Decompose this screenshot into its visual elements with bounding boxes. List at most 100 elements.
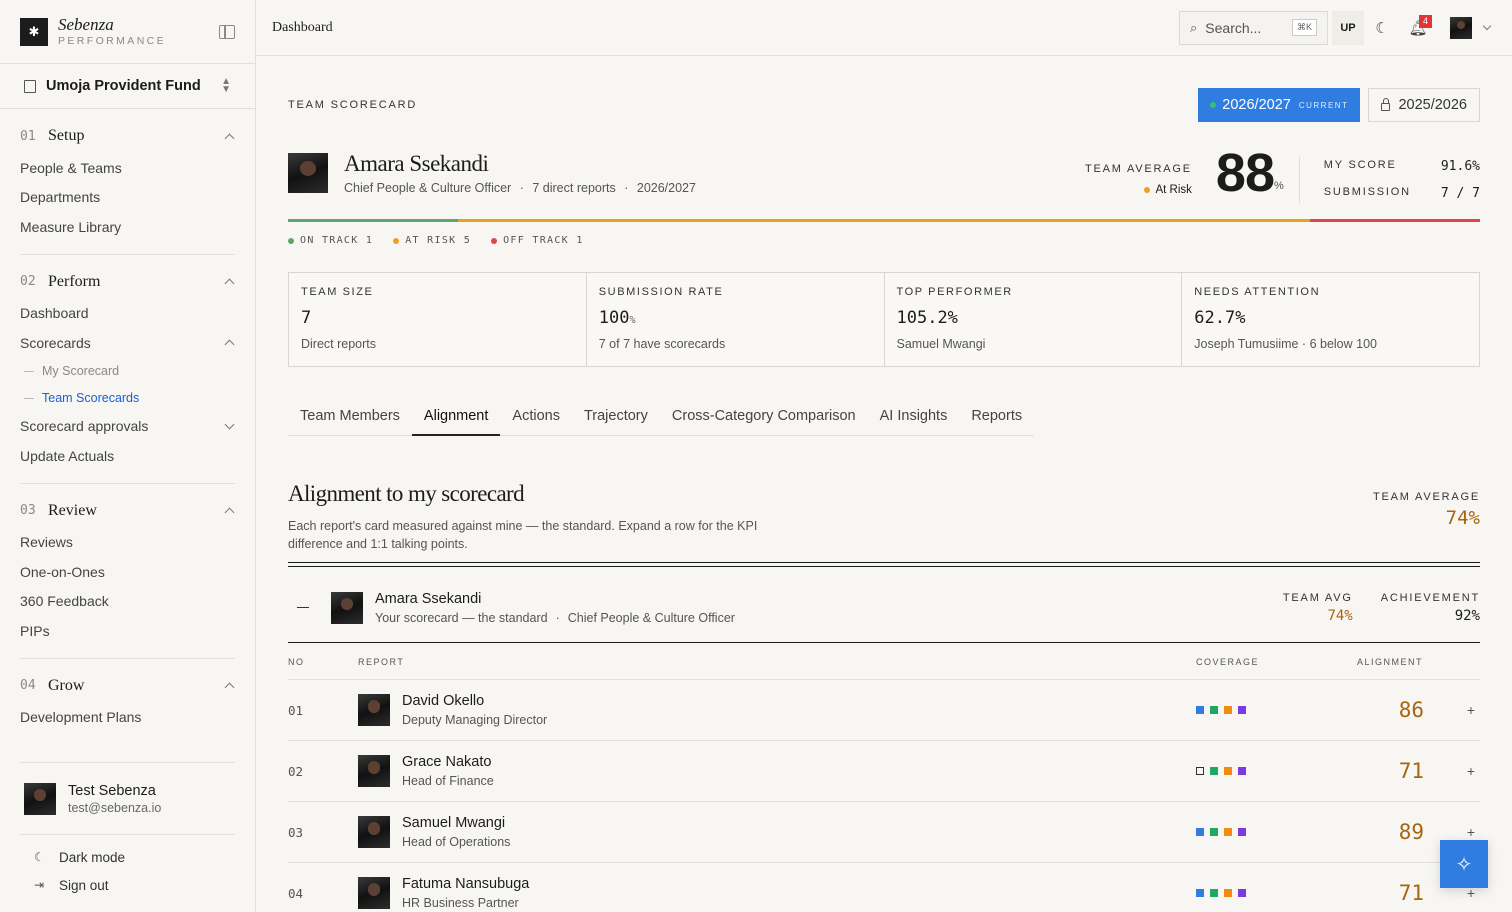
tab-trajectory[interactable]: Trajectory bbox=[572, 400, 660, 435]
coverage-square bbox=[1224, 706, 1232, 714]
breadcrumb[interactable]: Dashboard bbox=[272, 20, 333, 36]
expand-icon[interactable]: + bbox=[1467, 763, 1475, 779]
avatar bbox=[358, 877, 390, 909]
sidebar-item-label: Scorecard approvals bbox=[20, 418, 149, 435]
person-reports: 7 direct reports bbox=[532, 181, 616, 195]
stat-value: 105.2% bbox=[896, 308, 958, 328]
section-header-setup[interactable]: 01 Setup bbox=[20, 123, 235, 149]
section-header-grow[interactable]: 04 Grow bbox=[20, 673, 235, 699]
tab-actions[interactable]: Actions bbox=[500, 400, 572, 435]
sidebar-item-360-feedback[interactable]: 360 Feedback bbox=[20, 587, 235, 617]
section-number: 03 bbox=[20, 503, 36, 518]
org-name: Umoja Provident Fund bbox=[46, 78, 201, 94]
coverage-square bbox=[1238, 828, 1246, 836]
submission-label: SUBMISSION bbox=[1323, 185, 1411, 198]
tab-reports[interactable]: Reports bbox=[959, 400, 1034, 435]
table-row[interactable]: 04 Fatuma Nansubuga HR Business Partner 71 + bbox=[288, 863, 1480, 912]
user-initials-button[interactable]: UP bbox=[1332, 10, 1364, 45]
person-year: 2026/2027 bbox=[636, 181, 696, 195]
sidebar-subitem-label: My Scorecard bbox=[42, 364, 120, 378]
team-average-label: TEAM AVERAGE bbox=[1084, 163, 1192, 175]
year-prev-button[interactable]: 2025/2026 bbox=[1368, 88, 1480, 122]
row-number: 02 bbox=[288, 763, 304, 779]
expand-icon[interactable]: + bbox=[1467, 702, 1475, 718]
table-row[interactable]: 02 Grace Nakato Head of Finance 71 + bbox=[288, 741, 1480, 802]
notification-badge: 4 bbox=[1419, 14, 1432, 28]
standard-name: Amara Ssekandi bbox=[375, 590, 482, 607]
moon-icon: ☾ bbox=[34, 850, 45, 864]
sidebar-item-measure-library[interactable]: Measure Library bbox=[20, 212, 235, 242]
org-switcher[interactable]: Umoja Provident Fund ▲ ▼ bbox=[0, 64, 255, 109]
stat-sub: Joseph Tumusiime · 6 below 100 bbox=[1194, 337, 1377, 351]
sidebar-item-scorecards[interactable]: Scorecards bbox=[20, 328, 235, 358]
table-row[interactable]: 01 David Okello Deputy Managing Director 86… bbox=[288, 680, 1480, 741]
sidebar-item-people-teams[interactable]: People & Teams bbox=[20, 153, 235, 183]
on-track-dot bbox=[288, 237, 294, 244]
ai-assistant-button[interactable]: ✧ bbox=[1440, 840, 1488, 888]
sidebar-item-reviews[interactable]: Reviews bbox=[20, 528, 235, 558]
table-row[interactable]: 03 Samuel Mwangi Head of Operations 89 + bbox=[288, 802, 1480, 863]
coverage-square bbox=[1238, 706, 1246, 714]
sidebar-toggle-icon[interactable] bbox=[219, 24, 235, 39]
standard-meta: Your scorecard — the standard · Chief Peop… bbox=[375, 610, 735, 625]
chevron-up-icon bbox=[224, 507, 235, 518]
coverage-square bbox=[1196, 889, 1204, 897]
stat-needs-attention: NEEDS ATTENTION 62.7% Joseph Tumusiime ·… bbox=[1182, 273, 1479, 366]
alignment-score: 89 bbox=[1398, 820, 1424, 844]
at-risk-dot bbox=[393, 237, 400, 244]
avatar[interactable] bbox=[1450, 16, 1472, 39]
user-profile[interactable]: Test Sebenza test@sebenza.io bbox=[20, 763, 235, 835]
collapse-icon[interactable] bbox=[297, 606, 309, 609]
tab-bar: Team Members Alignment Actions Trajector… bbox=[288, 400, 1035, 436]
expand-icon[interactable]: + bbox=[1467, 824, 1475, 840]
tab-team-members[interactable]: Team Members bbox=[288, 400, 412, 435]
stat-value: 100% bbox=[598, 308, 636, 328]
column-header-alignment: ALIGNMENT bbox=[1356, 657, 1423, 667]
nav-section-review: 03 Review Reviews One-on-Ones 360 Feedba… bbox=[20, 484, 235, 659]
coverage-square bbox=[1210, 828, 1218, 836]
sidebar-item-departments[interactable]: Departments bbox=[20, 183, 235, 213]
avatar bbox=[358, 816, 390, 848]
status-bar-off-track bbox=[1309, 219, 1480, 222]
sidebar-item-one-on-ones[interactable]: One-on-Ones bbox=[20, 557, 235, 587]
brand-sub: PERFORMANCE bbox=[58, 35, 167, 47]
sidebar-subitem-team-scorecards[interactable]: Team Scorecards bbox=[20, 385, 235, 412]
chevron-down-icon[interactable] bbox=[1482, 21, 1492, 30]
submission-value: 7 / 7 bbox=[1440, 185, 1480, 201]
sidebar-item-update-actuals[interactable]: Update Actuals bbox=[20, 441, 235, 471]
coverage-indicators bbox=[1196, 889, 1252, 897]
sidebar-subitem-my-scorecard[interactable]: My Scorecard bbox=[20, 358, 235, 385]
coverage-square bbox=[1210, 767, 1218, 775]
tab-ai-insights[interactable]: AI Insights bbox=[868, 400, 960, 435]
avatar bbox=[331, 591, 363, 624]
team-average-score: 88% bbox=[1216, 146, 1284, 213]
section-header-review[interactable]: 03 Review bbox=[20, 498, 235, 524]
status-badge: At Risk bbox=[1085, 184, 1192, 196]
notifications-button[interactable]: 🔔︎ 4 bbox=[1400, 11, 1436, 45]
sidebar-subitem-label: Team Scorecards bbox=[42, 391, 140, 405]
dark-mode-button[interactable]: ☾ Dark mode bbox=[20, 843, 235, 871]
tab-alignment[interactable]: Alignment bbox=[411, 400, 501, 436]
chevron-up-icon bbox=[224, 278, 235, 289]
column-header-coverage: COVERAGE bbox=[1196, 657, 1260, 667]
achievement-value: 92% bbox=[1454, 607, 1480, 624]
sidebar-item-scorecard-approvals[interactable]: Scorecard approvals bbox=[20, 412, 235, 442]
row-name: Grace Nakato bbox=[402, 754, 492, 770]
tab-cross-category-comparison[interactable]: Cross-Category Comparison bbox=[660, 400, 868, 435]
sign-out-button[interactable]: ⇥ Sign out bbox=[20, 871, 235, 899]
chevron-up-icon bbox=[224, 133, 235, 143]
topbar: Dashboard ⌕ Search... ⌘K UP ☾ 🔔︎ 4 bbox=[256, 0, 1512, 56]
row-number: 03 bbox=[288, 824, 304, 840]
nav-section-grow: 04 Grow Development Plans bbox=[20, 659, 235, 745]
sidebar-item-dashboard[interactable]: Dashboard bbox=[20, 299, 235, 329]
moon-icon: ☾ bbox=[1375, 19, 1389, 37]
sidebar-item-development-plans[interactable]: Development Plans bbox=[20, 703, 235, 733]
sidebar-item-pips[interactable]: PIPs bbox=[20, 616, 235, 646]
year-current-button[interactable]: 2026/2027 CURRENT bbox=[1198, 88, 1361, 122]
section-header-perform[interactable]: 02 Perform bbox=[20, 269, 235, 295]
theme-toggle-button[interactable]: ☾ bbox=[1364, 11, 1400, 45]
search-input[interactable]: ⌕ Search... ⌘K bbox=[1179, 10, 1328, 45]
chevron-up-icon bbox=[224, 339, 235, 350]
standard-row[interactable]: Amara Ssekandi Your scorecard — the stan… bbox=[288, 573, 1480, 643]
stat-sub: 7 of 7 have scorecards bbox=[598, 337, 726, 351]
